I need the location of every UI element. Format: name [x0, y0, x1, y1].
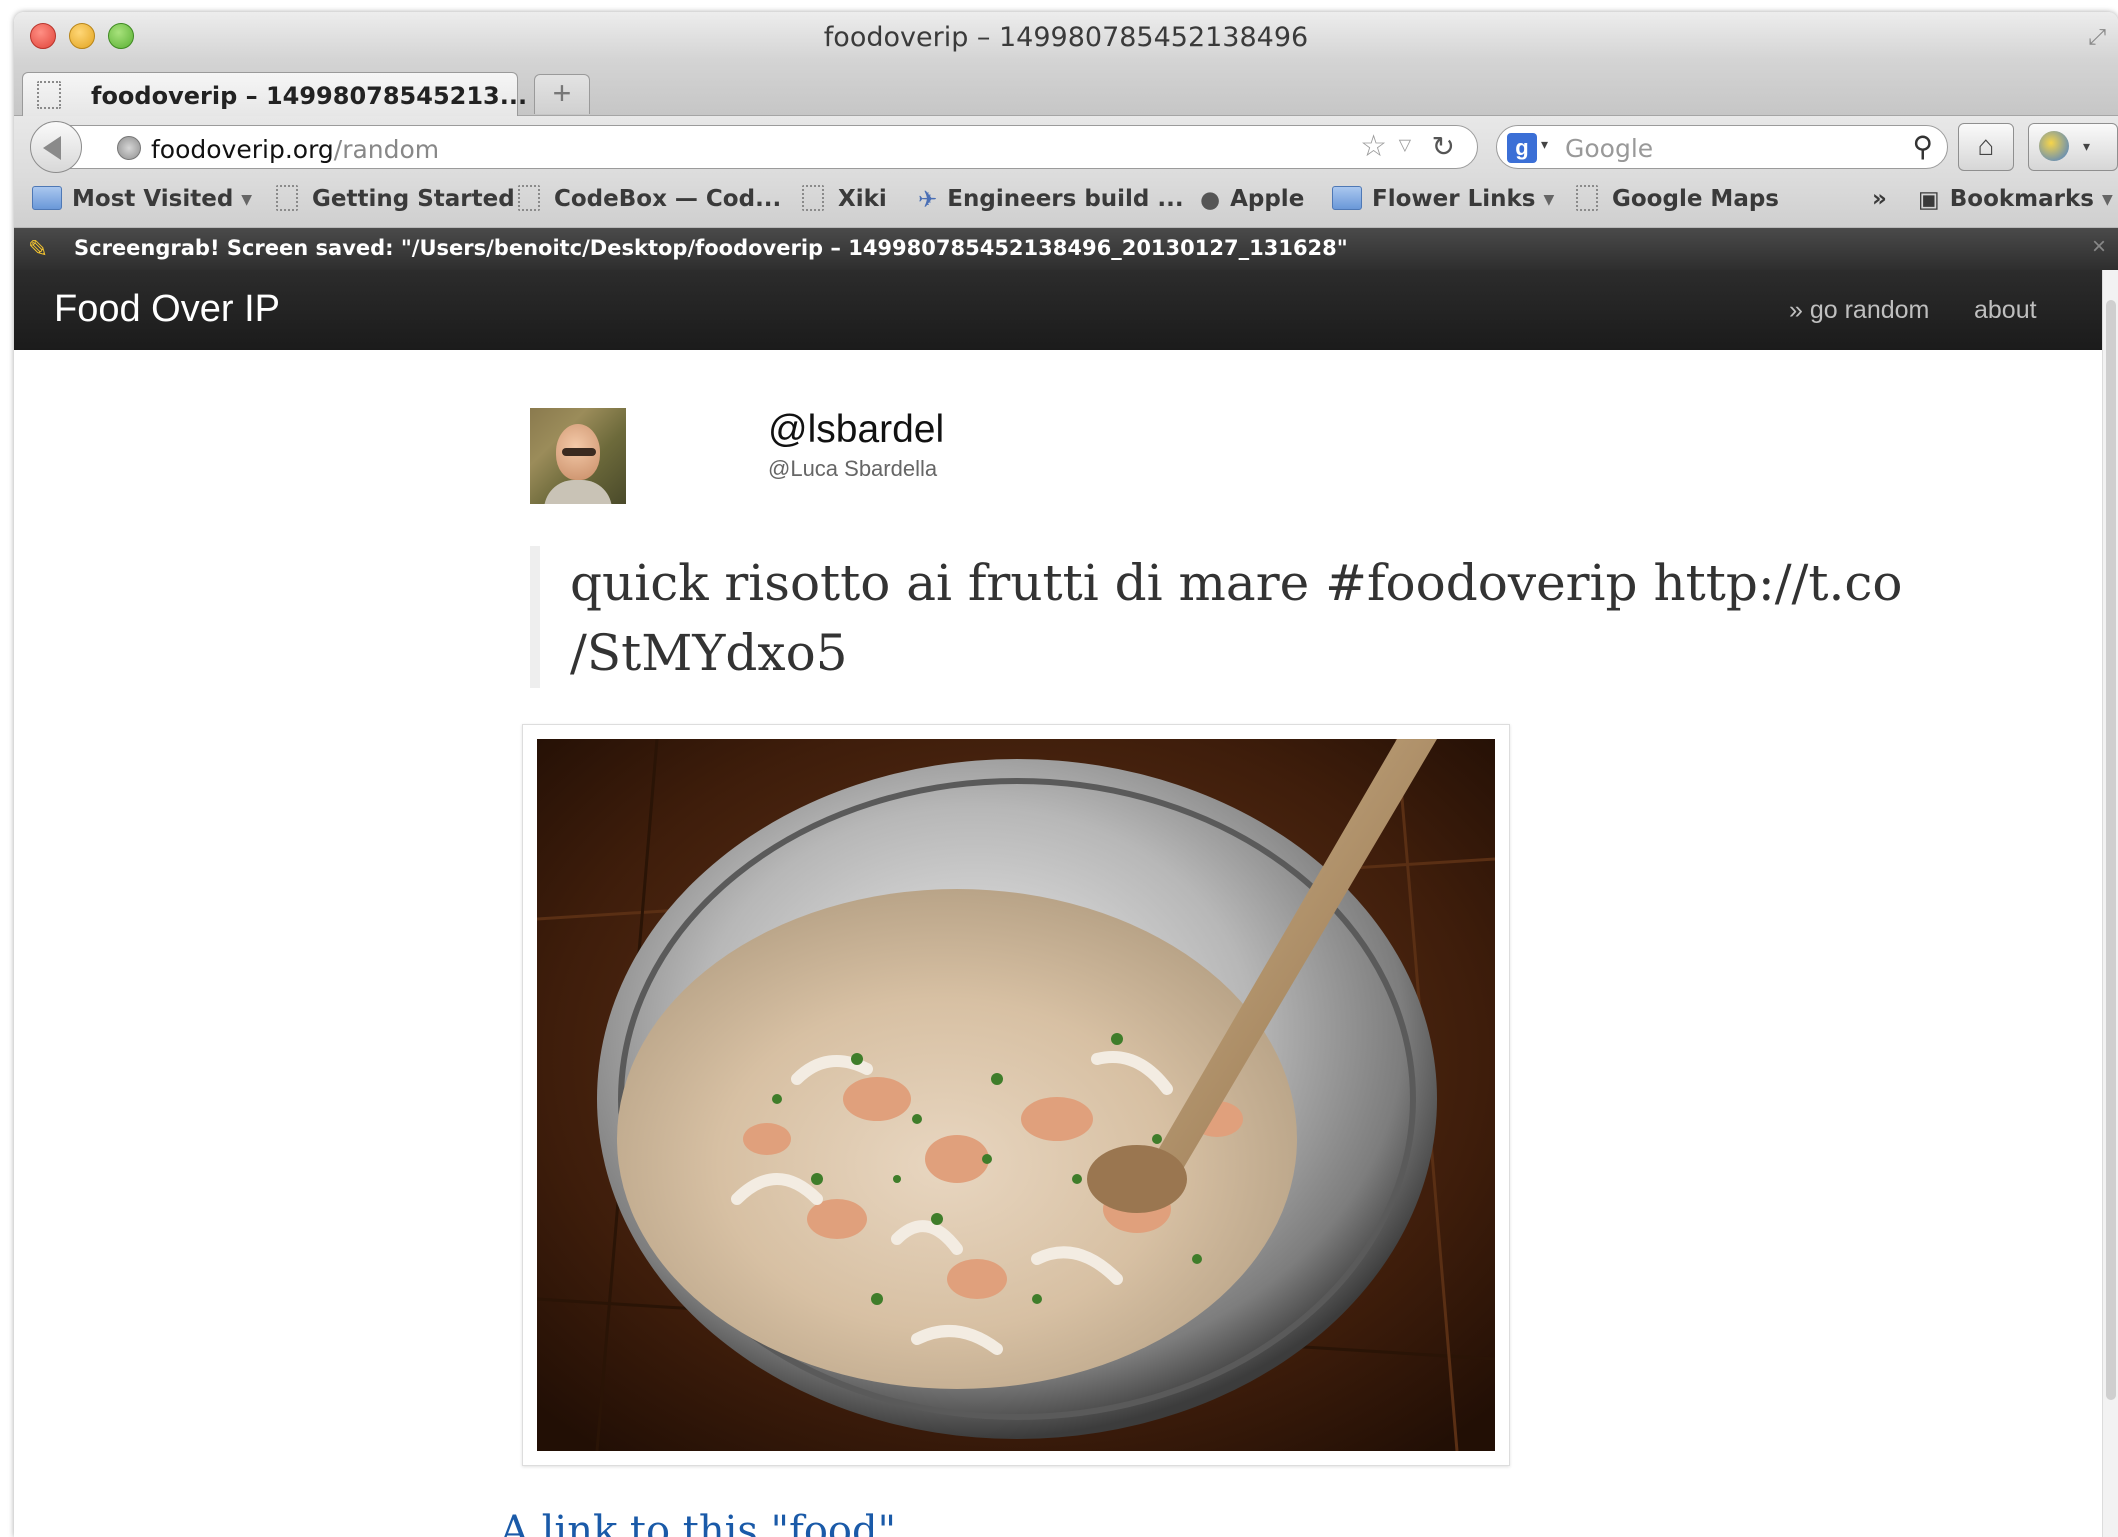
window-title: foodoverip – 149980785452138496 — [823, 22, 1309, 53]
reload-icon[interactable]: ↻ — [1432, 130, 1455, 163]
url-text[interactable]: foodoverip.org/random — [151, 135, 439, 164]
bookmark-label: Google Maps — [1612, 186, 1779, 212]
bookmark-star-icon[interactable]: ☆ — [1360, 129, 1387, 164]
bookmark-label: Bookmarks — [1949, 186, 2094, 212]
bookmark-label: Apple — [1230, 186, 1305, 212]
tab-label: foodoverip – 14998078545213... — [91, 82, 528, 110]
screengrab-icon: ✎ — [28, 236, 49, 263]
google-engine-icon[interactable]: g — [1507, 133, 1537, 163]
page-icon — [518, 184, 540, 211]
avatar[interactable] — [530, 408, 626, 504]
bookmarks-toolbar: Most Visited ▼ Getting Started CodeBox — … — [14, 176, 2118, 228]
bookmark-most-visited[interactable]: Most Visited ▼ — [32, 185, 253, 212]
addon-button[interactable]: ▾ — [2028, 123, 2118, 171]
bookmark-google-maps[interactable]: Google Maps — [1576, 184, 1779, 212]
bookmark-codebox[interactable]: CodeBox — Cod... — [518, 184, 782, 212]
search-input[interactable]: Google — [1565, 134, 1653, 163]
home-button[interactable]: ⌂ — [1958, 123, 2014, 171]
food-permalink[interactable]: A link to this "food" — [500, 1508, 896, 1537]
back-button[interactable] — [30, 121, 82, 173]
bookmark-apple[interactable]: ● Apple — [1200, 186, 1304, 213]
tab-strip: foodoverip – 14998078545213... + — [14, 60, 2118, 117]
user-fullname: @Luca Sbardella — [768, 456, 938, 481]
blockquote-bar — [530, 546, 540, 688]
wooden-spoon-bowl — [1087, 1145, 1187, 1213]
bookmarks-menu-button[interactable]: ▣ Bookmarks ▼ — [1918, 186, 2113, 213]
about-link[interactable]: about — [1974, 296, 2037, 325]
bookmark-engineers-build[interactable]: ✈ Engineers build ... — [918, 186, 1184, 213]
bookmark-flower-links[interactable]: Flower Links ▼ — [1332, 185, 1555, 212]
avatar-glasses — [562, 448, 596, 456]
fullscreen-icon[interactable]: ⤢ — [2088, 24, 2106, 50]
bookmarks-overflow-button[interactable]: » — [1872, 186, 1887, 212]
chevron-down-icon: ▼ — [2101, 191, 2113, 208]
url-bar[interactable]: foodoverip.org/random ☆ ▽ ↻ — [60, 125, 1478, 169]
title-bar: foodoverip – 149980785452138496 ⤢ — [14, 12, 2118, 60]
home-icon: ⌂ — [1977, 130, 1995, 161]
page-icon — [37, 81, 61, 109]
bookmark-label: Flower Links — [1372, 186, 1536, 212]
user-handle[interactable]: @lsbardel — [768, 408, 944, 452]
bookmark-xiki[interactable]: Xiki — [802, 184, 887, 212]
avatar-shirt — [544, 480, 612, 504]
browser-window: foodoverip – 149980785452138496 ⤢ foodov… — [14, 12, 2118, 1537]
bookmark-label: Getting Started — [312, 186, 515, 212]
site-navbar: Food Over IP » go random about — [14, 270, 2102, 350]
apple-icon: ● — [1200, 186, 1221, 213]
site-brand-link[interactable]: Food Over IP — [54, 288, 280, 331]
search-bar[interactable]: g ▾ Google ⚲ — [1496, 125, 1948, 169]
close-icon[interactable]: × — [2092, 233, 2106, 261]
chevron-down-icon: ▾ — [2083, 138, 2091, 154]
food-photo[interactable] — [537, 739, 1495, 1451]
bookmark-getting-started[interactable]: Getting Started — [276, 184, 515, 212]
notification-bar: ✎ Screengrab! Screen saved: "/Users/beno… — [14, 228, 2118, 270]
navigation-toolbar: foodoverip.org/random ☆ ▽ ↻ g ▾ Google ⚲… — [14, 116, 2118, 176]
search-icon[interactable]: ⚲ — [1912, 130, 1933, 163]
history-dropdown-icon[interactable]: ▽ — [1399, 135, 1411, 155]
new-tab-button[interactable]: + — [534, 74, 590, 114]
vertical-scrollbar[interactable] — [2102, 270, 2118, 1537]
folder-icon — [1332, 185, 1362, 210]
page-viewport: Food Over IP » go random about @lsbardel… — [14, 270, 2102, 1537]
url-path: /random — [333, 135, 440, 164]
smart-folder-icon — [32, 185, 62, 210]
tab-active[interactable]: foodoverip – 14998078545213... — [22, 72, 527, 117]
bookmarks-icon: ▣ — [1918, 186, 1940, 213]
addon-icon — [2039, 131, 2069, 161]
chevron-down-icon: ▼ — [1543, 191, 1555, 208]
page-icon — [276, 184, 298, 211]
go-random-link[interactable]: » go random — [1789, 296, 1929, 325]
scrollbar-thumb[interactable] — [2106, 300, 2116, 1400]
page-icon — [802, 184, 824, 211]
chevron-down-icon: ▼ — [241, 191, 253, 208]
tweet-text: quick risotto ai frutti di mare #foodove… — [570, 554, 1903, 682]
chevron-down-icon[interactable]: ▾ — [1541, 136, 1548, 153]
page-icon — [1576, 184, 1598, 211]
bookmark-label: CodeBox — Cod... — [554, 186, 782, 212]
url-host: foodoverip.org — [151, 135, 334, 164]
bookmark-label: Most Visited — [72, 186, 234, 212]
bookmark-label: Xiki — [838, 186, 887, 212]
bookmark-label: Engineers build ... — [947, 186, 1184, 212]
notification-text: Screengrab! Screen saved: "/Users/benoit… — [74, 236, 1348, 260]
site-identity-icon[interactable] — [117, 136, 141, 160]
photo-frame — [522, 724, 1510, 1466]
robot-icon: ✈ — [918, 186, 938, 213]
